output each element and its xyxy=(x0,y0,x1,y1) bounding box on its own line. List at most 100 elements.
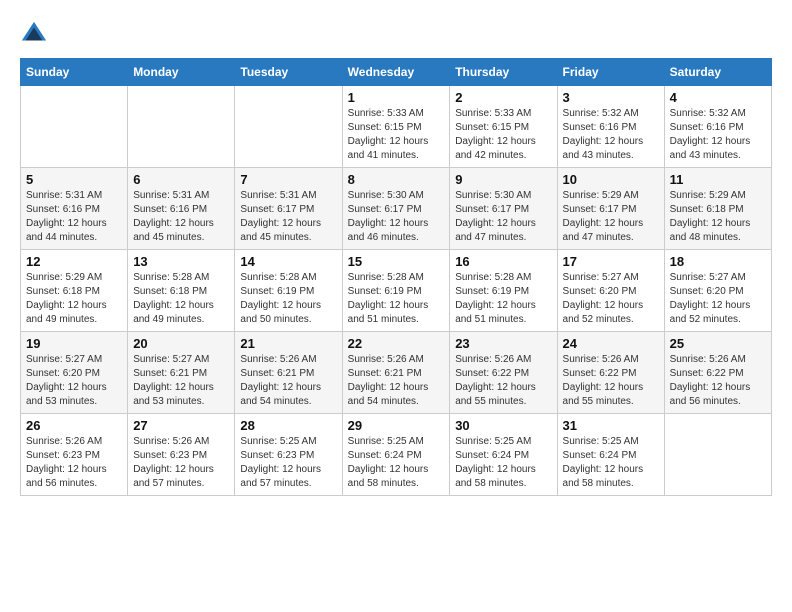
day-info: Sunrise: 5:26 AM Sunset: 6:22 PM Dayligh… xyxy=(455,353,551,409)
calendar-cell: 15 Sunrise: 5:28 AM Sunset: 6:19 PM Dayli… xyxy=(342,250,450,332)
day-info: Sunrise: 5:27 AM Sunset: 6:21 PM Dayligh… xyxy=(133,353,229,409)
day-number: 28 xyxy=(240,418,336,433)
day-number: 2 xyxy=(455,90,551,105)
day-info: Sunrise: 5:25 AM Sunset: 6:24 PM Dayligh… xyxy=(455,435,551,491)
day-number: 31 xyxy=(563,418,659,433)
week-row-1: 1 Sunrise: 5:33 AM Sunset: 6:15 PM Daylig… xyxy=(21,86,772,168)
calendar-cell: 13 Sunrise: 5:28 AM Sunset: 6:18 PM Dayli… xyxy=(128,250,235,332)
day-of-week-monday: Monday xyxy=(128,59,235,86)
day-info: Sunrise: 5:32 AM Sunset: 6:16 PM Dayligh… xyxy=(563,107,659,163)
calendar-cell: 2 Sunrise: 5:33 AM Sunset: 6:15 PM Daylig… xyxy=(450,86,557,168)
calendar-cell: 5 Sunrise: 5:31 AM Sunset: 6:16 PM Daylig… xyxy=(21,168,128,250)
calendar-cell: 21 Sunrise: 5:26 AM Sunset: 6:21 PM Dayli… xyxy=(235,332,342,414)
day-number: 21 xyxy=(240,336,336,351)
calendar-cell: 17 Sunrise: 5:27 AM Sunset: 6:20 PM Dayli… xyxy=(557,250,664,332)
calendar-cell: 3Sunrise: 5:32 AM Sunset: 6:16 PM Daylig… xyxy=(557,86,664,168)
calendar-cell xyxy=(21,86,128,168)
day-number: 19 xyxy=(26,336,122,351)
calendar-cell xyxy=(664,414,771,496)
day-number: 15 xyxy=(348,254,445,269)
calendar-cell: 26Sunrise: 5:26 AM Sunset: 6:23 PM Dayli… xyxy=(21,414,128,496)
calendar-cell: 10Sunrise: 5:29 AM Sunset: 6:17 PM Dayli… xyxy=(557,168,664,250)
calendar-cell: 11 Sunrise: 5:29 AM Sunset: 6:18 PM Dayli… xyxy=(664,168,771,250)
day-info: Sunrise: 5:32 AM Sunset: 6:16 PM Dayligh… xyxy=(670,107,766,163)
calendar-cell: 28Sunrise: 5:25 AM Sunset: 6:23 PM Dayli… xyxy=(235,414,342,496)
day-number: 16 xyxy=(455,254,551,269)
page-header xyxy=(20,20,772,48)
calendar-cell: 9Sunrise: 5:30 AM Sunset: 6:17 PM Daylig… xyxy=(450,168,557,250)
calendar-cell xyxy=(128,86,235,168)
day-info: Sunrise: 5:33 AM Sunset: 6:15 PM Dayligh… xyxy=(348,107,445,163)
day-info: Sunrise: 5:29 AM Sunset: 6:18 PM Dayligh… xyxy=(26,271,122,327)
day-info: Sunrise: 5:31 AM Sunset: 6:17 PM Dayligh… xyxy=(240,189,336,245)
calendar-cell: 22 Sunrise: 5:26 AM Sunset: 6:21 PM Dayli… xyxy=(342,332,450,414)
day-number: 24 xyxy=(563,336,659,351)
day-info: Sunrise: 5:31 AM Sunset: 6:16 PM Dayligh… xyxy=(26,189,122,245)
day-number: 13 xyxy=(133,254,229,269)
day-info: Sunrise: 5:28 AM Sunset: 6:19 PM Dayligh… xyxy=(240,271,336,327)
day-info: Sunrise: 5:27 AM Sunset: 6:20 PM Dayligh… xyxy=(563,271,659,327)
week-row-5: 26 Sunrise: 5:26 AM Sunset: 6:23 PM Dayli… xyxy=(21,414,772,496)
day-number: 10 xyxy=(563,172,659,187)
calendar-cell: 23 Sunrise: 5:26 AM Sunset: 6:22 PM Dayli… xyxy=(450,332,557,414)
logo xyxy=(20,20,52,48)
calendar-cell: 27 Sunrise: 5:26 AM Sunset: 6:23 PM Dayli… xyxy=(128,414,235,496)
day-number: 18 xyxy=(670,254,766,269)
calendar-cell: 25 Sunrise: 5:26 AM Sunset: 6:22 PM Dayli… xyxy=(664,332,771,414)
calendar-cell: 4 Sunrise: 5:32 AM Sunset: 6:16 PM Daylig… xyxy=(664,86,771,168)
calendar-cell: 30 Sunrise: 5:25 AM Sunset: 6:24 PM Dayli… xyxy=(450,414,557,496)
day-number: 9 xyxy=(455,172,551,187)
day-info: Sunrise: 5:26 AM Sunset: 6:21 PM Dayligh… xyxy=(348,353,445,409)
day-info: Sunrise: 5:28 AM Sunset: 6:19 PM Dayligh… xyxy=(348,271,445,327)
day-number: 11 xyxy=(670,172,766,187)
day-of-week-tuesday: Tuesday xyxy=(235,59,342,86)
day-info: Sunrise: 5:26 AM Sunset: 6:22 PM Dayligh… xyxy=(563,353,659,409)
day-of-week-thursday: Thursday xyxy=(450,59,557,86)
day-info: Sunrise: 5:33 AM Sunset: 6:15 PM Dayligh… xyxy=(455,107,551,163)
day-number: 27 xyxy=(133,418,229,433)
day-number: 17 xyxy=(563,254,659,269)
day-info: Sunrise: 5:27 AM Sunset: 6:20 PM Dayligh… xyxy=(26,353,122,409)
day-number: 25 xyxy=(670,336,766,351)
day-info: Sunrise: 5:27 AM Sunset: 6:20 PM Dayligh… xyxy=(670,271,766,327)
day-info: Sunrise: 5:26 AM Sunset: 6:21 PM Dayligh… xyxy=(240,353,336,409)
day-info: Sunrise: 5:26 AM Sunset: 6:22 PM Dayligh… xyxy=(670,353,766,409)
day-number: 7 xyxy=(240,172,336,187)
day-number: 6 xyxy=(133,172,229,187)
calendar-cell: 12 Sunrise: 5:29 AM Sunset: 6:18 PM Dayli… xyxy=(21,250,128,332)
calendar-cell: 24 Sunrise: 5:26 AM Sunset: 6:22 PM Dayli… xyxy=(557,332,664,414)
week-row-2: 5 Sunrise: 5:31 AM Sunset: 6:16 PM Daylig… xyxy=(21,168,772,250)
day-number: 26 xyxy=(26,418,122,433)
day-number: 5 xyxy=(26,172,122,187)
day-number: 22 xyxy=(348,336,445,351)
calendar-cell: 7 Sunrise: 5:31 AM Sunset: 6:17 PM Daylig… xyxy=(235,168,342,250)
calendar-cell: 14 Sunrise: 5:28 AM Sunset: 6:19 PM Dayli… xyxy=(235,250,342,332)
day-info: Sunrise: 5:29 AM Sunset: 6:18 PM Dayligh… xyxy=(670,189,766,245)
calendar-cell: 31 Sunrise: 5:25 AM Sunset: 6:24 PM Dayli… xyxy=(557,414,664,496)
day-info: Sunrise: 5:28 AM Sunset: 6:19 PM Dayligh… xyxy=(455,271,551,327)
day-number: 23 xyxy=(455,336,551,351)
calendar-table: SundayMondayTuesdayWednesdayThursdayFrid… xyxy=(20,58,772,496)
day-number: 1 xyxy=(348,90,445,105)
day-number: 29 xyxy=(348,418,445,433)
day-info: Sunrise: 5:30 AM Sunset: 6:17 PM Dayligh… xyxy=(348,189,445,245)
day-info: Sunrise: 5:31 AM Sunset: 6:16 PM Dayligh… xyxy=(133,189,229,245)
day-number: 4 xyxy=(670,90,766,105)
calendar-cell: 20 Sunrise: 5:27 AM Sunset: 6:21 PM Dayli… xyxy=(128,332,235,414)
calendar-cell: 19 Sunrise: 5:27 AM Sunset: 6:20 PM Dayli… xyxy=(21,332,128,414)
calendar-cell: 29Sunrise: 5:25 AM Sunset: 6:24 PM Dayli… xyxy=(342,414,450,496)
day-number: 30 xyxy=(455,418,551,433)
day-of-week-sunday: Sunday xyxy=(21,59,128,86)
day-info: Sunrise: 5:26 AM Sunset: 6:23 PM Dayligh… xyxy=(133,435,229,491)
calendar-cell: 18 Sunrise: 5:27 AM Sunset: 6:20 PM Dayli… xyxy=(664,250,771,332)
day-of-week-wednesday: Wednesday xyxy=(342,59,450,86)
day-number: 12 xyxy=(26,254,122,269)
day-info: Sunrise: 5:28 AM Sunset: 6:18 PM Dayligh… xyxy=(133,271,229,327)
week-row-4: 19 Sunrise: 5:27 AM Sunset: 6:20 PM Dayli… xyxy=(21,332,772,414)
day-number: 20 xyxy=(133,336,229,351)
day-info: Sunrise: 5:25 AM Sunset: 6:24 PM Dayligh… xyxy=(563,435,659,491)
calendar-cell: 6 Sunrise: 5:31 AM Sunset: 6:16 PM Daylig… xyxy=(128,168,235,250)
day-number: 14 xyxy=(240,254,336,269)
week-row-3: 12 Sunrise: 5:29 AM Sunset: 6:18 PM Dayli… xyxy=(21,250,772,332)
logo-icon xyxy=(20,20,48,48)
